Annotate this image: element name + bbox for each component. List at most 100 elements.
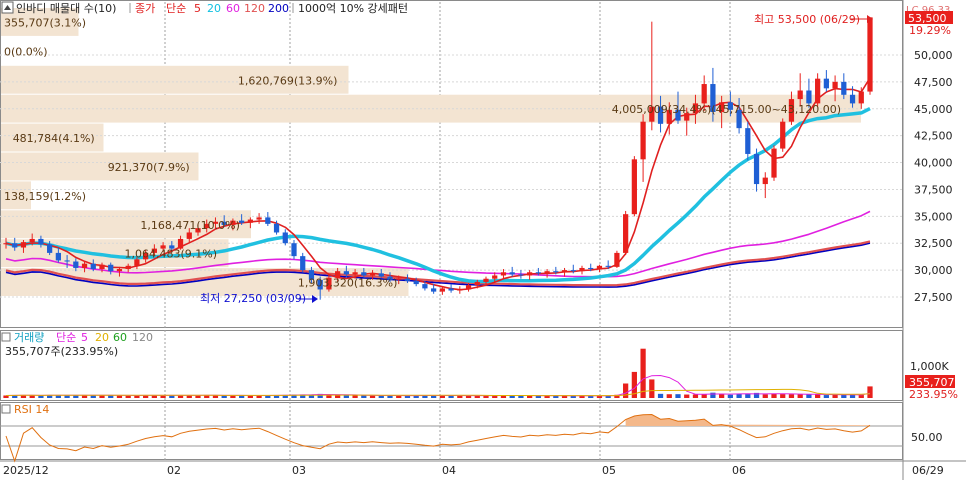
volume-bar[interactable] bbox=[675, 394, 681, 398]
candle-body[interactable] bbox=[832, 81, 838, 89]
candle-body[interactable] bbox=[553, 271, 559, 273]
volume-bar[interactable] bbox=[797, 394, 803, 398]
candle-body[interactable] bbox=[64, 260, 70, 262]
candle-body[interactable] bbox=[701, 84, 707, 104]
volume-bar[interactable] bbox=[343, 395, 349, 398]
candle-body[interactable] bbox=[448, 288, 454, 291]
candle-body[interactable] bbox=[492, 275, 498, 279]
volume-bar[interactable] bbox=[841, 394, 847, 398]
candle-body[interactable] bbox=[431, 288, 437, 292]
candle-body[interactable] bbox=[99, 264, 105, 270]
candle-body[interactable] bbox=[282, 232, 288, 244]
volume-bar[interactable] bbox=[361, 395, 367, 398]
candle-body[interactable] bbox=[422, 284, 428, 289]
candle-body[interactable] bbox=[125, 265, 131, 270]
candle-body[interactable] bbox=[3, 243, 9, 245]
rsi-toggle-icon[interactable] bbox=[1, 404, 11, 414]
candle-body[interactable] bbox=[771, 148, 777, 178]
candle-body[interactable] bbox=[457, 289, 463, 291]
candle-body[interactable] bbox=[841, 81, 847, 95]
candle-body[interactable] bbox=[588, 267, 594, 270]
candle-body[interactable] bbox=[369, 273, 376, 276]
candle-body[interactable] bbox=[108, 264, 114, 272]
candle-body[interactable] bbox=[413, 280, 419, 285]
volume-bar[interactable] bbox=[806, 394, 812, 398]
candle-body[interactable] bbox=[570, 270, 576, 272]
volume-bar[interactable] bbox=[762, 394, 768, 398]
candle-body[interactable] bbox=[361, 272, 367, 276]
candle-body[interactable] bbox=[256, 217, 262, 220]
volume-bar[interactable] bbox=[867, 386, 873, 398]
volume-bar[interactable] bbox=[623, 383, 629, 399]
candle-body[interactable] bbox=[90, 263, 96, 270]
volume-bar[interactable] bbox=[823, 395, 829, 398]
candle-body[interactable] bbox=[596, 265, 603, 270]
volume-bar[interactable] bbox=[815, 394, 821, 398]
rsi-panel[interactable] bbox=[0, 402, 903, 460]
volume-bar[interactable] bbox=[657, 393, 664, 398]
candle-body[interactable] bbox=[745, 128, 751, 154]
candle-body[interactable] bbox=[640, 121, 646, 160]
candle-body[interactable] bbox=[38, 238, 44, 245]
volume-bar[interactable] bbox=[719, 394, 725, 398]
volume-bar[interactable] bbox=[160, 395, 166, 398]
volume-bar[interactable] bbox=[727, 394, 733, 398]
candle-body[interactable] bbox=[291, 243, 297, 257]
candle-body[interactable] bbox=[116, 269, 123, 272]
volume-bar[interactable] bbox=[169, 395, 175, 398]
candle-body[interactable] bbox=[561, 270, 568, 273]
candle-body[interactable] bbox=[439, 288, 445, 292]
candle-body[interactable] bbox=[81, 263, 88, 268]
volume-bar[interactable] bbox=[684, 394, 690, 398]
volume-toggle-icon[interactable] bbox=[1, 332, 11, 342]
volume-bar[interactable] bbox=[352, 395, 358, 398]
candle-body[interactable] bbox=[12, 243, 18, 248]
candle-body[interactable] bbox=[535, 272, 541, 274]
candle-body[interactable] bbox=[47, 244, 53, 253]
candle-body[interactable] bbox=[186, 232, 192, 239]
candle-body[interactable] bbox=[849, 94, 856, 104]
volume-bar[interactable] bbox=[81, 395, 88, 398]
candle-body[interactable] bbox=[823, 78, 829, 89]
candle-body[interactable] bbox=[352, 272, 358, 275]
candle-body[interactable] bbox=[858, 91, 864, 104]
candle-body[interactable] bbox=[544, 271, 550, 274]
volume-bar[interactable] bbox=[649, 379, 655, 398]
volume-bar[interactable] bbox=[780, 394, 786, 398]
volume-bar[interactable] bbox=[788, 394, 795, 398]
volume-bar[interactable] bbox=[832, 394, 838, 398]
chart-canvas[interactable]: 355,707(3.1%) 0(0.0%) 1,620,769(13.9%) 4,00… bbox=[0, 0, 966, 480]
candle-body[interactable] bbox=[780, 121, 786, 149]
candle-body[interactable] bbox=[404, 278, 411, 281]
candle-body[interactable] bbox=[55, 252, 61, 261]
candle-body[interactable] bbox=[509, 272, 515, 275]
volume-bar[interactable] bbox=[99, 395, 105, 398]
candle-body[interactable] bbox=[631, 159, 637, 215]
volume-bar[interactable] bbox=[710, 392, 716, 398]
volume-bar[interactable] bbox=[640, 348, 646, 398]
candle-body[interactable] bbox=[483, 278, 489, 282]
candle-body[interactable] bbox=[247, 219, 253, 223]
candle-body[interactable] bbox=[762, 177, 768, 185]
candle-body[interactable] bbox=[300, 256, 306, 271]
candle-body[interactable] bbox=[867, 17, 873, 92]
candle-body[interactable] bbox=[29, 238, 35, 243]
candle-body[interactable] bbox=[500, 272, 507, 276]
candle-body[interactable] bbox=[623, 214, 629, 253]
candle-body[interactable] bbox=[20, 242, 27, 248]
candle-body[interactable] bbox=[753, 153, 760, 185]
volume-bar[interactable] bbox=[849, 395, 856, 398]
volume-bar[interactable] bbox=[457, 395, 463, 398]
candle-body[interactable] bbox=[527, 272, 533, 276]
candle-body[interactable] bbox=[579, 267, 585, 272]
volume-bar[interactable] bbox=[125, 395, 131, 398]
candle-body[interactable] bbox=[465, 285, 472, 290]
volume-bar[interactable] bbox=[736, 393, 742, 398]
volume-bar[interactable] bbox=[212, 395, 219, 398]
candle-body[interactable] bbox=[343, 271, 349, 275]
candle-body[interactable] bbox=[474, 281, 480, 286]
candle-body[interactable] bbox=[518, 274, 524, 276]
candle-body[interactable] bbox=[614, 252, 620, 267]
candle-body[interactable] bbox=[797, 90, 803, 100]
volume-bar[interactable] bbox=[666, 394, 672, 398]
